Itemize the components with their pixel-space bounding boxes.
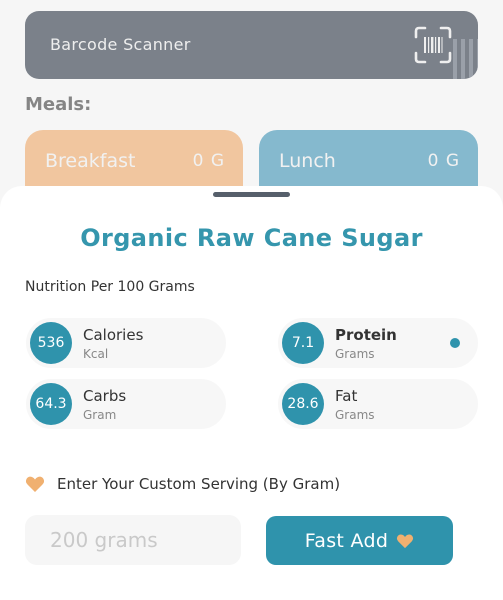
sheet-drag-handle[interactable] xyxy=(213,192,290,197)
highlight-dot-icon xyxy=(450,338,460,348)
nutrient-label: Protein xyxy=(335,326,397,344)
nutrient-value-badge: 64.3 xyxy=(30,383,72,425)
nutrient-value-badge: 28.6 xyxy=(282,383,324,425)
food-title: Organic Raw Cane Sugar xyxy=(80,224,423,252)
nutrition-per-label: Nutrition Per 100 Grams xyxy=(25,279,195,295)
nutrient-protein: 7.1 Protein Grams xyxy=(278,318,478,368)
food-detail-sheet: Organic Raw Cane Sugar Nutrition Per 100… xyxy=(0,186,503,600)
nutrient-unit: Gram xyxy=(83,408,117,422)
nutrient-unit: Grams xyxy=(335,347,375,361)
nutrient-calories: 536 Calories Kcal xyxy=(26,318,226,368)
nutrient-label: Calories xyxy=(83,326,144,344)
fast-add-button[interactable]: Fast Add xyxy=(266,516,453,565)
nutrient-label: Carbs xyxy=(83,387,127,405)
custom-serving-label: Enter Your Custom Serving (By Gram) xyxy=(57,475,341,493)
nutrient-value-badge: 536 xyxy=(30,322,72,364)
heart-icon xyxy=(397,533,414,548)
nutrient-value-badge: 7.1 xyxy=(282,322,324,364)
heart-icon xyxy=(25,476,45,492)
nutrient-fat: 28.6 Fat Grams xyxy=(278,379,478,429)
nutrient-unit: Grams xyxy=(335,408,375,422)
nutrient-carbs: 64.3 Carbs Gram xyxy=(26,379,226,429)
nutrient-label: Fat xyxy=(335,387,358,405)
serving-grams-input[interactable] xyxy=(25,515,241,565)
fast-add-label: Fast Add xyxy=(304,529,389,552)
custom-serving-row: Enter Your Custom Serving (By Gram) xyxy=(25,474,340,494)
nutrient-unit: Kcal xyxy=(83,347,109,361)
